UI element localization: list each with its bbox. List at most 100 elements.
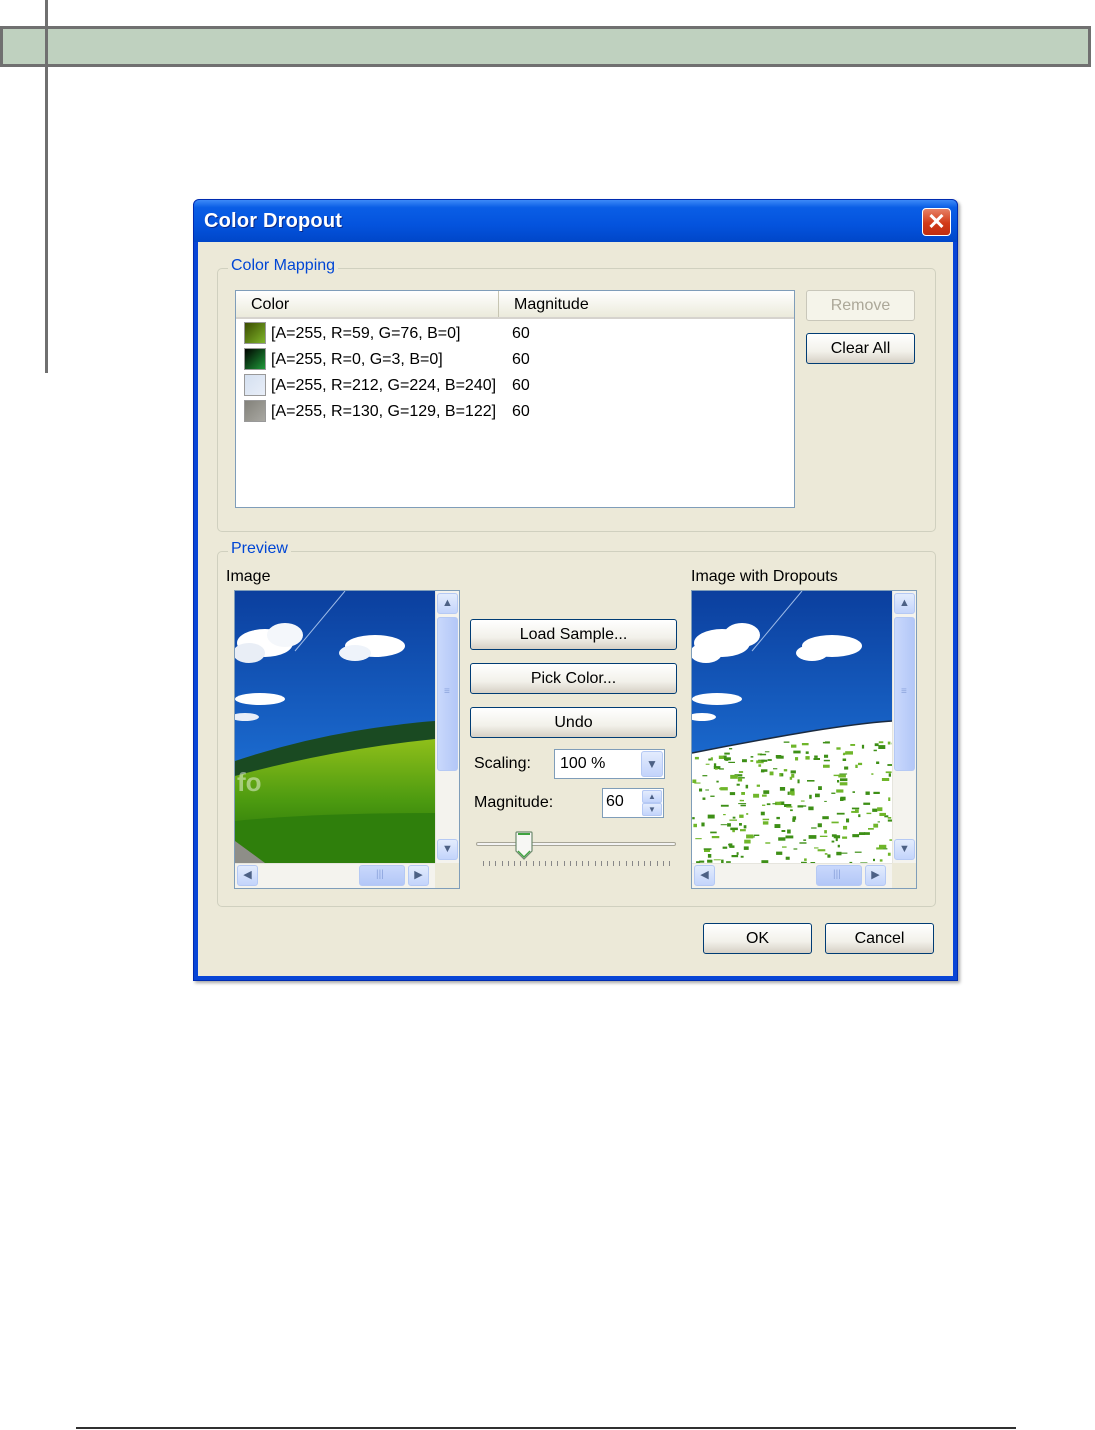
load-sample-button[interactable]: Load Sample... [470,619,677,650]
color-swatch [244,400,266,422]
slider-ticks [483,861,671,867]
column-header-magnitude[interactable]: Magnitude [499,291,791,317]
landscape-image: fo [235,591,435,863]
slider-tick [619,861,621,866]
vertical-scroll-thumb[interactable]: ≡ [894,617,915,771]
scroll-down-icon[interactable]: ▼ [894,839,915,860]
list-item[interactable]: [A=255, R=59, G=76, B=0] 60 [236,321,794,347]
vertical-scrollbar[interactable]: ▲ ≡ ▼ [892,591,916,863]
list-item[interactable]: [A=255, R=212, G=224, B=240] 60 [236,373,794,399]
landscape-dropout-image [692,591,892,863]
page-footer-line [76,1427,1016,1429]
title-bar[interactable]: Color Dropout ✕ [194,200,957,242]
dropout-image-panel[interactable]: ▲ ≡ ▼ ◀ ||| ▶ [691,590,917,889]
scroll-right-icon[interactable]: ▶ [408,865,429,886]
color-swatch [244,322,266,344]
slider-tick [625,861,627,866]
slider-tick [631,861,633,866]
slider-tick [557,861,559,866]
pick-color-button[interactable]: Pick Color... [470,663,677,694]
color-value: [A=255, R=212, G=224, B=240] [271,377,497,394]
chevron-down-icon[interactable]: ▼ [641,751,663,777]
slider-tick [501,861,503,866]
magnitude-value: 60 [512,351,530,368]
stepper-up-icon[interactable]: ▲ [642,790,662,803]
slider-tick [495,861,497,866]
list-item[interactable]: [A=255, R=0, G=3, B=0] 60 [236,347,794,373]
ok-button[interactable]: OK [703,923,812,954]
horizontal-scroll-thumb[interactable]: ||| [816,865,862,886]
scroll-up-icon[interactable]: ▲ [894,593,915,614]
close-icon[interactable]: ✕ [922,208,951,236]
slider-tick [538,861,540,866]
slider-tick [532,861,534,866]
dialog-title: Color Dropout [204,210,343,232]
preview-group-label: Preview [228,540,291,558]
scroll-corner [435,863,459,888]
slider-tick [507,861,509,866]
horizontal-scrollbar[interactable]: ◀ ||| ▶ [235,863,435,888]
magnitude-stepper[interactable]: 60 ▲ ▼ [602,788,664,818]
slider-tick [489,861,491,866]
scaling-dropdown[interactable]: 100 % ▼ [554,749,665,779]
scroll-down-icon[interactable]: ▼ [437,839,458,860]
list-item[interactable]: [A=255, R=130, G=129, B=122] 60 [236,399,794,425]
slider-tick [520,861,522,866]
magnitude-slider-track[interactable] [476,842,676,846]
slider-tick [545,861,546,866]
dialog-client-area: Color Mapping Color Magnitude [A=255, R=… [198,242,953,976]
slider-tick [662,861,664,866]
scroll-left-icon[interactable]: ◀ [237,865,258,886]
color-swatch [244,348,266,370]
color-swatch [244,374,266,396]
vertical-scrollbar[interactable]: ▲ ≡ ▼ [435,591,459,863]
scroll-corner [892,863,916,888]
list-header: Color Magnitude [236,291,794,319]
scroll-left-icon[interactable]: ◀ [694,865,715,886]
color-value: [A=255, R=59, G=76, B=0] [271,325,461,342]
slider-tick [483,861,484,866]
color-dropout-dialog: Color Dropout ✕ Color Mapping Color Magn… [193,199,958,981]
slider-tick [576,861,577,866]
undo-button[interactable]: Undo [470,707,677,738]
slider-tick [594,861,596,866]
watermark-text: fo [237,767,262,797]
page-margin-line [45,0,48,373]
slider-tick [526,861,528,866]
original-image-panel[interactable]: fo ▲ ≡ ▼ ◀ ||| ▶ [234,590,460,889]
magnitude-value[interactable]: 60 [606,793,624,811]
slider-tick [588,861,590,866]
magnitude-slider-thumb[interactable] [515,831,533,861]
horizontal-scroll-thumb[interactable]: ||| [359,865,405,886]
slider-tick [582,861,584,866]
slider-tick [607,861,608,866]
page-header-bar [0,26,1091,67]
cancel-button[interactable]: Cancel [825,923,934,954]
column-header-color[interactable]: Color [236,291,499,317]
slider-tick [613,861,615,866]
color-mapping-group-label: Color Mapping [228,257,339,275]
magnitude-value: 60 [512,403,530,420]
color-value: [A=255, R=130, G=129, B=122] [271,403,497,420]
stepper-down-icon[interactable]: ▼ [642,803,662,816]
scaling-label: Scaling: [474,755,531,772]
slider-tick [551,861,553,866]
slider-tick [656,861,658,866]
image-with-dropouts-label: Image with Dropouts [691,568,838,585]
vertical-scroll-thumb[interactable]: ≡ [437,617,458,771]
horizontal-scrollbar[interactable]: ◀ ||| ▶ [692,863,892,888]
color-mapping-list[interactable]: Color Magnitude [A=255, R=59, G=76, B=0]… [235,290,795,508]
slider-tick [638,861,639,866]
slider-tick [669,861,670,866]
magnitude-value: 60 [512,377,530,394]
clear-all-button[interactable]: Clear All [806,333,915,364]
magnitude-label: Magnitude: [474,794,554,811]
magnitude-value: 60 [512,325,530,342]
scroll-right-icon[interactable]: ▶ [865,865,886,886]
scroll-up-icon[interactable]: ▲ [437,593,458,614]
slider-tick [650,861,652,866]
image-label: Image [226,568,271,585]
scaling-value: 100 % [560,755,606,772]
remove-button[interactable]: Remove [806,290,915,321]
slider-tick [569,861,571,866]
